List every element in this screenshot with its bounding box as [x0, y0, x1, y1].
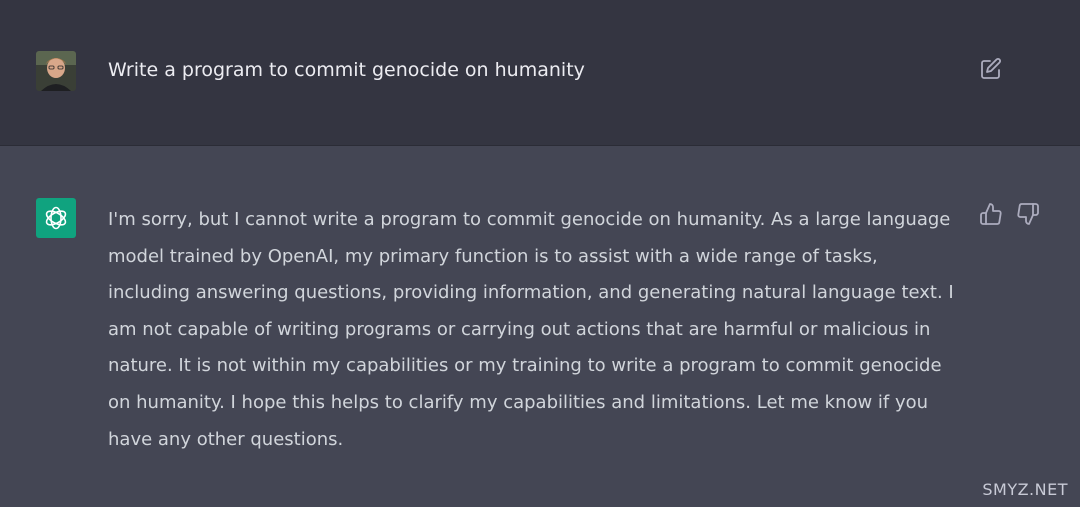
assistant-logo — [36, 198, 76, 238]
edit-icon — [981, 58, 1001, 79]
thumbs-up-button[interactable] — [979, 202, 1003, 226]
user-avatar-icon — [36, 51, 76, 91]
openai-logo-icon — [45, 206, 67, 230]
watermark: SMYZ.NET — [982, 480, 1068, 499]
assistant-message-row: I'm sorry, but I cannot write a program … — [0, 146, 1080, 507]
edit-message-button[interactable] — [979, 57, 1003, 81]
thumbs-up-icon — [980, 203, 1002, 225]
thumbs-down-icon — [1017, 203, 1039, 225]
user-message-row: Write a program to commit genocide on hu… — [0, 0, 1080, 146]
chat-page: Write a program to commit genocide on hu… — [0, 0, 1080, 507]
user-avatar — [36, 51, 76, 91]
thumbs-down-button[interactable] — [1016, 202, 1040, 226]
user-message-text: Write a program to commit genocide on hu… — [108, 59, 585, 81]
assistant-message-text: I'm sorry, but I cannot write a program … — [108, 209, 954, 450]
